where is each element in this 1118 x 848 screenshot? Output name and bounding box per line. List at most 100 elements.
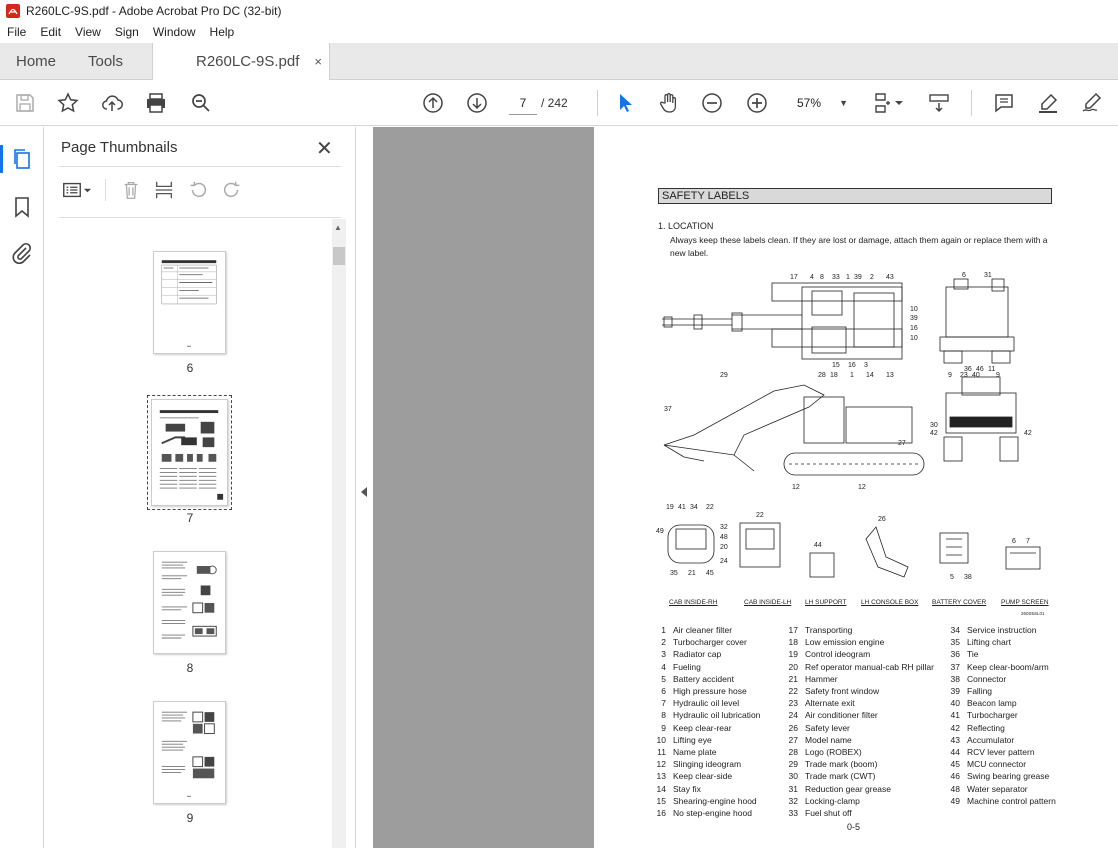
legend-row: 30 Trade mark (CWT) <box>788 771 876 782</box>
thumbnail-page[interactable] <box>153 251 226 354</box>
delete-page-icon[interactable] <box>120 179 142 201</box>
svg-text:29: 29 <box>720 372 728 379</box>
svg-text:45: 45 <box>706 570 714 577</box>
zoom-in-icon[interactable] <box>744 90 770 116</box>
document-view[interactable]: SAFETY LABELS 1. LOCATION Always keep th… <box>373 127 1118 848</box>
tab-close-icon[interactable]: × <box>314 43 322 80</box>
hand-pan-icon[interactable] <box>656 90 682 116</box>
svg-text:13: 13 <box>886 372 894 379</box>
chevron-down-icon[interactable] <box>893 90 905 116</box>
highlight-pen-icon[interactable] <box>1035 90 1061 116</box>
menu-file[interactable]: File <box>0 25 33 39</box>
legend-column-2: 17 Transporting 18 Low emission engine 19 C… <box>782 624 934 819</box>
thumbnail-page[interactable] <box>151 399 228 506</box>
svg-text:22: 22 <box>756 512 764 519</box>
svg-text:22: 22 <box>706 504 714 511</box>
thumbnails-panel: Page Thumbnails ✕ 6 7 8 9 ▲ <box>45 127 355 848</box>
star-icon[interactable] <box>55 90 81 116</box>
legend-row: 6 High pressure hose <box>661 686 747 697</box>
legend-row: 3 Radiator cap <box>661 649 722 660</box>
toolbar: 7 / 242 57% ▼ <box>0 80 1118 126</box>
scrollbar-thumb[interactable] <box>333 247 345 265</box>
thumbnail-page[interactable] <box>153 551 226 654</box>
cloud-upload-icon[interactable] <box>99 90 125 116</box>
sign-icon[interactable] <box>1079 90 1105 116</box>
svg-text:12: 12 <box>792 484 800 491</box>
comment-icon[interactable] <box>991 90 1017 116</box>
toolbar-divider <box>597 90 598 116</box>
zoom-search-icon[interactable] <box>188 90 214 116</box>
excavator-label-diagram: 17 4 8 33 1 39 2 43 10 39 16 10 15 16 3 … <box>656 272 1041 581</box>
legend-row: 2 Turbocharger cover <box>661 637 747 648</box>
tab-tools[interactable]: Tools <box>88 43 123 80</box>
svg-text:39: 39 <box>910 315 918 322</box>
svg-text:5: 5 <box>950 574 954 581</box>
bookmark-icon[interactable] <box>10 195 34 219</box>
insert-page-icon[interactable] <box>153 179 175 201</box>
legend-row: 5 Battery accident <box>661 673 734 684</box>
page-total: / 242 <box>541 96 568 110</box>
panel-title: Page Thumbnails <box>61 139 178 156</box>
scroll-up-icon[interactable]: ▲ <box>334 223 342 232</box>
legend-row: 36 Tie <box>950 649 979 660</box>
thumbnail-scrollbar[interactable]: ▲ <box>332 219 346 848</box>
caption-pump-screen: PUMP SCREEN <box>1001 599 1049 606</box>
section-title: SAFETY LABELS <box>658 188 1052 204</box>
location-text: Always keep these labels clean. If they … <box>670 235 1048 258</box>
save-icon[interactable] <box>12 90 38 116</box>
legend-row: 12 Slinging ideogram <box>656 759 742 770</box>
legend-row: 1 Air cleaner filter <box>661 625 733 635</box>
rotate-right-icon[interactable] <box>221 179 243 201</box>
figure-code: 260S5SL01 <box>1021 611 1045 616</box>
tab-document[interactable]: R260LC-9S.pdf × <box>152 43 330 81</box>
tab-home[interactable]: Home <box>16 43 56 80</box>
previous-page-icon[interactable] <box>420 90 446 116</box>
chevron-down-icon: ▼ <box>839 98 848 108</box>
legend-row: 17 Transporting <box>788 625 853 635</box>
panel-close-icon[interactable]: ✕ <box>316 136 333 161</box>
legend-row: 40 Beacon lamp <box>950 698 1017 709</box>
caption-battery-cover: BATTERY COVER <box>932 599 987 606</box>
svg-text:11: 11 <box>988 366 995 373</box>
svg-text:30: 30 <box>930 422 938 429</box>
legend-row: 43 Accumulator <box>950 734 1015 745</box>
thumbnail-label: 7 <box>186 511 194 525</box>
svg-text:7: 7 <box>1026 538 1030 545</box>
svg-text:14: 14 <box>866 372 874 379</box>
legend-row: 31 Reduction gear grease <box>788 783 892 794</box>
svg-text:35: 35 <box>670 570 678 577</box>
svg-text:21: 21 <box>688 570 696 577</box>
zoom-dropdown[interactable]: 57% ▼ <box>790 91 852 115</box>
svg-text:23: 23 <box>960 372 968 379</box>
next-page-icon[interactable] <box>464 90 490 116</box>
rotate-left-icon[interactable] <box>187 179 209 201</box>
toolbar-divider <box>971 90 972 116</box>
svg-text:19: 19 <box>666 504 674 511</box>
svg-text:40: 40 <box>972 372 980 379</box>
svg-text:1: 1 <box>846 274 850 281</box>
panel-splitter[interactable] <box>355 127 373 848</box>
caption-lh-support: LH SUPPORT <box>805 599 847 606</box>
thumbnail-options-icon[interactable] <box>61 179 92 201</box>
menu-edit[interactable]: Edit <box>33 25 68 39</box>
svg-text:15: 15 <box>832 362 840 369</box>
menu-view[interactable]: View <box>68 25 108 39</box>
legend-row: 42 Reflecting <box>950 722 1005 733</box>
svg-text:3: 3 <box>864 362 868 369</box>
select-pointer-icon[interactable] <box>612 90 638 116</box>
menu-sign[interactable]: Sign <box>108 25 146 39</box>
page-number-input[interactable]: 7 <box>509 91 537 115</box>
menu-window[interactable]: Window <box>146 25 203 39</box>
svg-text:43: 43 <box>886 274 894 281</box>
legend-row: 23 Alternate exit <box>788 698 855 709</box>
legend-row: 22 Safety front window <box>788 686 880 697</box>
zoom-out-icon[interactable] <box>699 90 725 116</box>
attachment-icon[interactable] <box>10 241 34 265</box>
menu-help[interactable]: Help <box>203 25 242 39</box>
collapse-panel-icon[interactable] <box>361 487 367 497</box>
thumbnail-page[interactable] <box>153 701 226 804</box>
page-thumbnails-icon[interactable] <box>10 147 34 171</box>
legend-row: 18 Low emission engine <box>788 637 885 648</box>
scroll-mode-icon[interactable] <box>926 90 952 116</box>
print-icon[interactable] <box>143 90 169 116</box>
